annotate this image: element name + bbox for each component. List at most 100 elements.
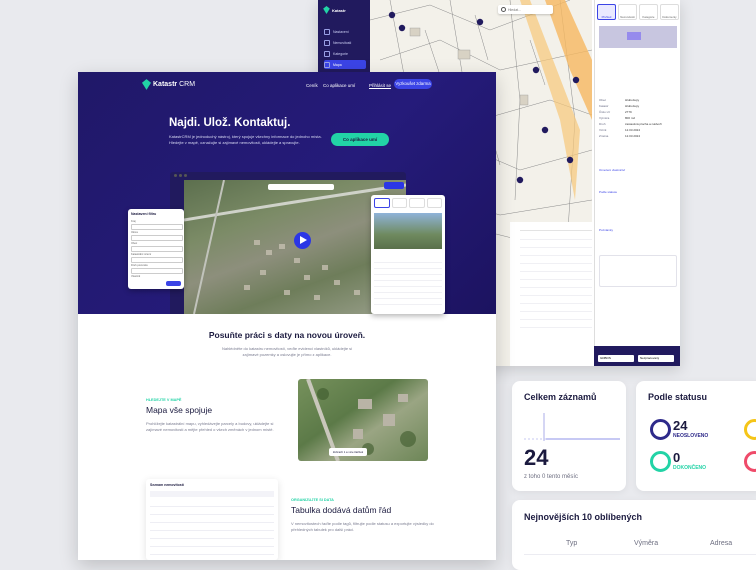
brand-light: CRM (179, 81, 196, 88)
status-ring-neosloveno (650, 419, 671, 440)
filter-label: Vlastník (131, 275, 141, 278)
sidebar-item-settings[interactable]: Nastavení (324, 27, 366, 36)
field-label: Výměra (599, 116, 610, 120)
status-label: NEOSLOVENO (673, 433, 709, 439)
feature1-aerial-photo: Zobrazit 1 a více tlačítek (298, 379, 428, 461)
feature2-title: Tabulka dodává datům řád (291, 505, 392, 515)
panel-section-title: Poznámky (599, 228, 614, 232)
section-title: Posuňte práci s daty na novou úroveň. (208, 330, 366, 340)
status-select[interactable]: Nezpracovaný (638, 355, 674, 362)
filter-input[interactable] (131, 257, 183, 263)
field-label: Obec (599, 98, 607, 102)
sidebar-label: Kategorie (333, 51, 348, 56)
field-value: 12.03.2024 (625, 128, 641, 132)
mockup-detail-panel (371, 195, 445, 314)
landing-logo[interactable]: Katastr CRM (142, 79, 195, 90)
map-search-bar[interactable]: Hledat... (498, 5, 553, 14)
status-ring-red (744, 451, 756, 472)
field-value: 2779 (625, 110, 632, 114)
filter-input[interactable] (131, 224, 183, 230)
panel-section-title: Omezení vlastnictví (599, 168, 626, 172)
panel-tabs: Přehled Nemovitosti Kategorie Dokumenty (597, 4, 679, 20)
filter-label: Kraj (131, 220, 136, 223)
table-mockup-title: Seznam nemovitostí (150, 483, 184, 487)
col-header-address: Adresa (710, 540, 733, 547)
status-card: Podle statusu 24 NEOSLOVENO 0 DOKONČENO (636, 381, 756, 491)
feature2-text: V nemovitostech řaďte podle tagů, filtru… (291, 521, 434, 532)
hero-section: Katastr CRM Ceník Co aplikace umí Přihlás… (78, 72, 496, 314)
brand-bold: Katastr (153, 81, 178, 88)
filter-input[interactable] (131, 235, 183, 241)
field-value: zastavěná plocha a nádvoří (625, 122, 662, 126)
feature1-eyebrow: HLEDEJTE V MAPĚ (146, 398, 182, 402)
filter-apply-button[interactable] (166, 281, 181, 286)
filter-label: Obec (131, 242, 138, 245)
map-overlay-button[interactable]: Zobrazit 1 a více tlačítek (329, 448, 367, 456)
nav-login[interactable]: Přihlásit se (369, 83, 391, 88)
feature1-title: Mapa vše spojuje (146, 405, 213, 415)
logo-pin-icon (142, 79, 151, 90)
field-label: Druh (599, 122, 606, 126)
sidebar-item-categories[interactable]: Kategorie (324, 49, 366, 58)
field-value: 800 m2 (625, 116, 636, 120)
field-label: Změna (599, 134, 609, 138)
feature2-table-mockup: Seznam nemovitostí (146, 479, 278, 560)
filter-input[interactable] (131, 246, 183, 252)
hero-cta-button[interactable]: Co aplikace umí (331, 133, 389, 146)
map-icon (324, 61, 330, 68)
play-icon (300, 236, 307, 244)
status-label: DOKONČENO (673, 465, 707, 471)
tab-properties[interactable]: Nemovitosti (618, 4, 637, 20)
sidebar-item-properties[interactable]: Nemovitosti (324, 38, 366, 47)
detail-panel: Přehled Nemovitosti Kategorie Dokumenty … (594, 0, 680, 366)
mockup-fields (374, 257, 442, 307)
nav-pricing[interactable]: Ceník (306, 83, 318, 88)
search-icon (501, 7, 506, 12)
home-icon (324, 39, 330, 46)
tag-icon (324, 50, 330, 57)
sidebar-label: Nemovitosti (333, 40, 352, 45)
field-value: 12.03.2024 (625, 134, 641, 138)
field-label: Vznik (599, 128, 607, 132)
property-table[interactable] (520, 232, 592, 332)
mockup-toolbar[interactable] (384, 182, 404, 189)
video-play-button[interactable] (294, 232, 311, 249)
section-text: Nahlédněte do katastru nemovitostí, veďt… (221, 346, 353, 357)
property-photo (374, 213, 442, 249)
col-header-area: Výměra (634, 540, 659, 547)
status-value: 0 (673, 450, 681, 465)
filter-label: Druh pozemku (131, 264, 148, 267)
col-header-type: Typ (566, 540, 578, 547)
landing-page: Katastr CRM Ceník Co aplikace umí Přihlás… (78, 72, 496, 560)
tab-documents[interactable]: Dokumenty (660, 4, 679, 20)
sidebar-item-map[interactable]: Mapa (324, 60, 366, 69)
notes-textarea[interactable] (599, 255, 677, 287)
feature2-eyebrow: ORGANIZUJTE SI DATA (291, 498, 334, 502)
app-logo: Katastr (323, 6, 346, 14)
district-select[interactable]: GDBOS (598, 355, 634, 362)
table-header-row (520, 222, 592, 231)
sidebar-label: Mapa (333, 62, 342, 67)
tab-overview[interactable]: Přehled (597, 4, 616, 20)
nav-features[interactable]: Co aplikace umí (323, 83, 355, 88)
records-sparkline (524, 413, 620, 441)
gear-icon (324, 28, 330, 35)
hero-text: KatastrCRM je jednoduchý nástroj, který … (169, 134, 322, 145)
filter-input[interactable] (131, 268, 183, 274)
filter-label: Katastrální území (131, 253, 152, 256)
logo-pin-icon (323, 6, 330, 14)
table-mockup-rows (150, 499, 274, 559)
field-label: Katastr (599, 104, 609, 108)
feature1-text: Prohlížejte katastrální mapu, vyhledávej… (146, 421, 274, 432)
map-search-placeholder: Hledat... (508, 7, 522, 12)
parcel-thumbnail (599, 26, 677, 48)
favorites-title: Nejnovějších 10 oblíbených (524, 512, 643, 522)
filter-title: Nastavení filtru (131, 212, 157, 216)
app-brand: Katastr (332, 7, 346, 13)
mockup-search[interactable] (268, 184, 334, 190)
field-value: Hlubočepy (625, 98, 640, 102)
tab-categories[interactable]: Kategorie (639, 4, 658, 20)
hero-title: Najdi. Ulož. Kontaktuj. (169, 117, 291, 129)
try-free-button[interactable]: Vyzkoušet zdarma (394, 79, 432, 89)
status-ring-yellow (744, 419, 756, 440)
